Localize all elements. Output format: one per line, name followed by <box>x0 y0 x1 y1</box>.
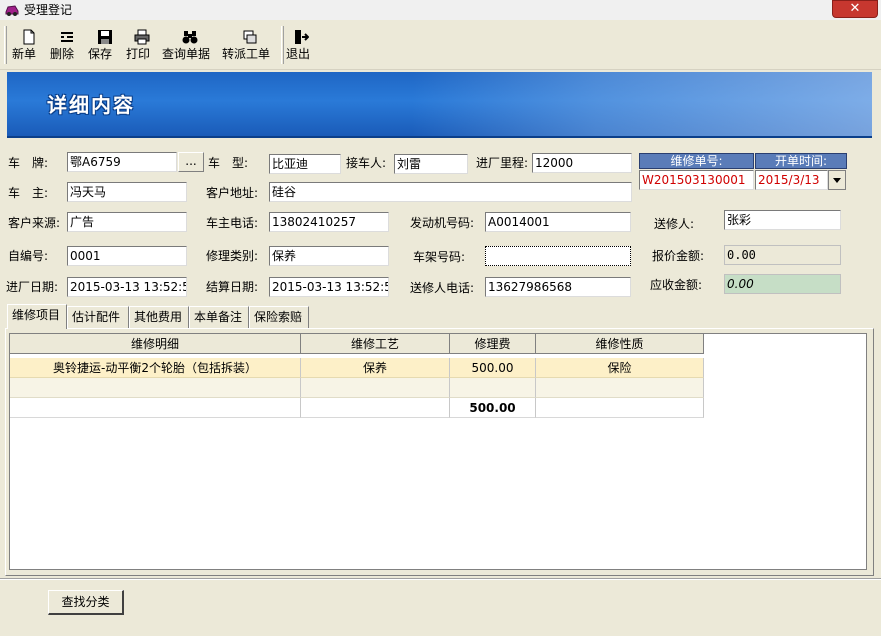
receiver-label: 接车人: <box>346 156 387 170</box>
dispatch-button[interactable]: 转派工单 <box>222 25 278 67</box>
title-bar: 受理登记 ✕ <box>0 0 881 20</box>
plate-label: 车 牌: <box>8 156 49 170</box>
tab-estimate-parts[interactable]: 估计配件 <box>67 306 129 328</box>
address-field[interactable]: 硅谷 <box>269 182 632 202</box>
tab-insurance[interactable]: 保险索赔 <box>249 306 309 328</box>
owner-field[interactable]: 冯天马 <box>67 182 187 202</box>
sender-label: 送修人: <box>654 217 695 231</box>
repair-type-field[interactable]: 保养 <box>269 246 389 266</box>
frame-field[interactable] <box>485 246 631 266</box>
col-header-process[interactable]: 维修工艺 <box>301 334 450 354</box>
sender-phone-label: 送修人电话: <box>410 281 475 295</box>
model-label: 车 型: <box>208 156 249 170</box>
banner-title: 详细内容 <box>47 93 135 117</box>
open-time-field[interactable]: 2015/3/13 <box>755 170 828 190</box>
toolbar-separator <box>281 26 284 64</box>
close-button[interactable]: ✕ <box>832 0 878 18</box>
new-document-icon <box>23 29 35 45</box>
cell-fee[interactable] <box>450 378 536 398</box>
model-field[interactable]: 比亚迪 <box>269 154 341 174</box>
settle-field[interactable]: 2015-03-13 13:52:55 <box>269 277 389 297</box>
tab-repair-items[interactable]: 维修项目 <box>7 304 67 329</box>
cell-detail[interactable] <box>10 378 301 398</box>
car-icon <box>5 5 19 16</box>
phone-label: 车主电话: <box>206 216 259 230</box>
cell-detail[interactable]: 奥铃捷运-动平衡2个轮胎（包括拆装） <box>10 358 301 378</box>
print-button[interactable]: 打印 <box>126 25 158 67</box>
delete-icon <box>61 32 73 42</box>
plate-field[interactable]: 鄂A6759 <box>67 152 177 172</box>
dispatch-icon <box>243 30 257 44</box>
total-empty <box>301 398 450 418</box>
mileage-field[interactable]: 12000 <box>532 153 632 173</box>
col-header-detail[interactable]: 维修明细 <box>10 334 301 354</box>
window-title: 受理登记 <box>24 3 73 17</box>
toolbar-grip[interactable] <box>4 26 7 64</box>
total-empty <box>536 398 704 418</box>
cell-nature[interactable] <box>536 378 704 398</box>
phone-field[interactable]: 13802410257 <box>269 212 389 232</box>
cell-fee[interactable]: 500.00 <box>450 358 536 378</box>
tab-other-fees[interactable]: 其他费用 <box>129 306 189 328</box>
col-header-fee[interactable]: 修理费 <box>450 334 536 354</box>
sender-field[interactable]: 张彩 <box>724 210 841 230</box>
tab-notes[interactable]: 本单备注 <box>189 306 249 328</box>
query-button[interactable]: 查询单据 <box>162 25 218 67</box>
quote-label: 报价金额: <box>652 249 705 263</box>
detail-banner: 详细内容 <box>7 72 872 136</box>
total-fee: 500.00 <box>450 398 536 418</box>
open-time-dropdown[interactable] <box>828 170 846 190</box>
banner-decoration <box>412 72 872 136</box>
floppy-disk-icon <box>98 30 112 44</box>
repair-items-grid[interactable]: 维修明细 维修工艺 修理费 维修性质 奥铃捷运-动平衡2个轮胎（包括拆装） 保养… <box>9 333 867 570</box>
self-no-label: 自编号: <box>8 249 49 263</box>
exit-button[interactable]: 退出 <box>286 25 316 67</box>
mileage-label: 进厂里程: <box>476 156 529 170</box>
engine-label: 发动机号码: <box>410 216 475 230</box>
frame-label: 车架号码: <box>413 250 466 264</box>
repair-no-field[interactable]: W201503130001 <box>639 170 754 190</box>
bottom-divider <box>0 578 881 580</box>
plate-browse-button[interactable]: ... <box>178 152 204 172</box>
open-time-header: 开单时间: <box>755 153 847 169</box>
sender-phone-field[interactable]: 13627986568 <box>485 277 631 297</box>
delete-button[interactable]: 删除 <box>50 25 84 67</box>
toolbar: 新单 删除 保存 打印 查询单据 转派工单 退出 <box>0 20 881 70</box>
find-category-button[interactable]: 查找分类 <box>48 590 124 615</box>
source-label: 客户来源: <box>8 216 61 230</box>
source-field[interactable]: 广告 <box>67 212 187 232</box>
receivable-label: 应收金额: <box>650 278 703 292</box>
close-icon: ✕ <box>849 1 861 16</box>
banner-divider <box>7 136 872 138</box>
in-date-label: 进厂日期: <box>6 280 59 294</box>
repair-no-header: 维修单号: <box>639 153 754 169</box>
owner-label: 车 主: <box>8 186 49 200</box>
cell-process[interactable] <box>301 378 450 398</box>
receiver-field[interactable]: 刘雷 <box>394 154 468 174</box>
col-header-nature[interactable]: 维修性质 <box>536 334 704 354</box>
new-button[interactable]: 新单 <box>12 25 46 67</box>
binoculars-icon <box>182 31 198 44</box>
self-no-field[interactable]: 0001 <box>67 246 187 266</box>
quote-field: 0.00 <box>724 245 841 265</box>
in-date-field[interactable]: 2015-03-13 13:52:55 <box>67 277 187 297</box>
cell-process[interactable]: 保养 <box>301 358 450 378</box>
total-empty <box>10 398 301 418</box>
engine-field[interactable]: A0014001 <box>485 212 631 232</box>
save-button[interactable]: 保存 <box>88 25 122 67</box>
repair-type-label: 修理类别: <box>206 249 259 263</box>
settle-label: 结算日期: <box>206 280 259 294</box>
address-label: 客户地址: <box>206 186 259 200</box>
printer-icon <box>134 29 150 45</box>
receivable-field: 0.00 <box>724 274 841 294</box>
exit-door-icon <box>295 30 309 44</box>
cell-nature[interactable]: 保险 <box>536 358 704 378</box>
chevron-down-icon <box>833 178 841 183</box>
